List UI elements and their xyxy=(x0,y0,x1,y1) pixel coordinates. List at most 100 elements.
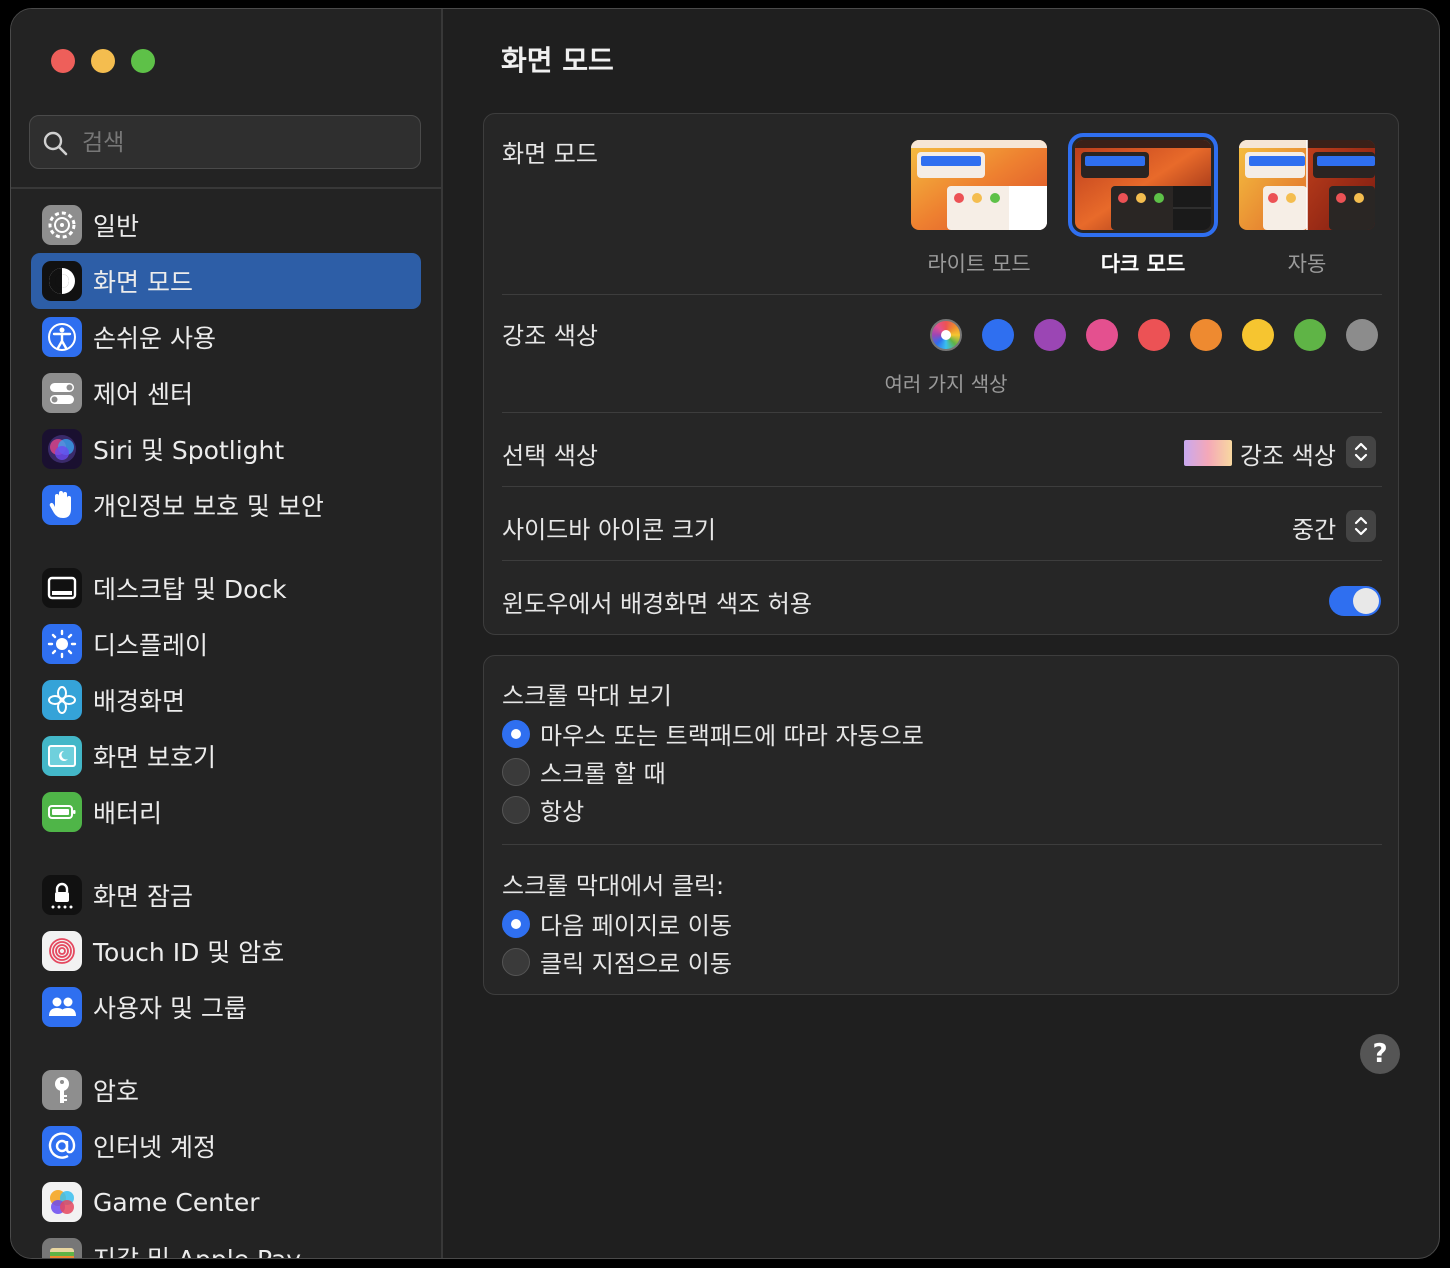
lock-icon xyxy=(42,875,82,915)
accent-blue-swatch[interactable] xyxy=(982,319,1014,351)
show-scrollbars-option-scrolling[interactable]: 스크롤 할 때 xyxy=(502,754,666,789)
sidebar-item-privacy-security[interactable]: 개인정보 보호 및 보안 xyxy=(31,477,421,533)
divider xyxy=(502,294,1382,295)
sidebar-item-label: 손쉬운 사용 xyxy=(93,324,216,353)
sidebar-item-label: 인터넷 계정 xyxy=(93,1133,216,1162)
accent-green-swatch[interactable] xyxy=(1294,319,1326,351)
sidebar-divider xyxy=(11,187,441,189)
help-button[interactable]: ? xyxy=(1360,1034,1400,1074)
divider xyxy=(502,560,1382,561)
divider xyxy=(502,412,1382,413)
sidebar-item-touch-id[interactable]: Touch ID 및 암호 xyxy=(31,923,421,979)
sidebar-item-general[interactable]: 일반 xyxy=(31,197,421,253)
appearance-option-light[interactable]: 라이트 모드 xyxy=(910,140,1048,278)
sidebar-item-appearance[interactable]: 화면 모드 xyxy=(31,253,421,309)
accent-purple-swatch[interactable] xyxy=(1034,319,1066,351)
page-title: 화면 모드 xyxy=(501,44,614,77)
sidebar-icon-size-value[interactable]: 중간 xyxy=(1292,510,1336,545)
sidebar-icon-size-popup[interactable] xyxy=(1346,510,1376,542)
at-icon xyxy=(42,1126,82,1166)
wallpaper-tinting-toggle[interactable] xyxy=(1329,586,1381,616)
sidebar-item-screensaver[interactable]: 화면 보호기 xyxy=(31,728,421,784)
radio-label: 마우스 또는 트랙패드에 따라 자동으로 xyxy=(540,722,924,750)
scrollbar-panel: 스크롤 막대 보기 마우스 또는 트랙패드에 따라 자동으로 스크롤 할 때 항… xyxy=(483,655,1399,995)
radio-button[interactable] xyxy=(502,757,530,786)
auto-mode-thumbnail xyxy=(1239,140,1375,230)
appearance-icon xyxy=(42,261,82,301)
settings-window: 일반 화면 모드 손쉬운 사용 제어 센터 xyxy=(10,8,1440,1259)
accent-pink-swatch[interactable] xyxy=(1086,319,1118,351)
chevron-updown-icon xyxy=(1354,442,1368,462)
sidebar-item-label: Touch ID 및 암호 xyxy=(93,938,285,967)
accent-caption: 여러 가지 색상 xyxy=(884,372,1008,396)
radio-button[interactable] xyxy=(502,947,530,976)
highlight-color-preview xyxy=(1184,440,1232,466)
appearance-label: 화면 모드 xyxy=(502,140,598,168)
search-input[interactable] xyxy=(80,126,404,160)
sidebar-item-label: 지갑 및 Apple Pay xyxy=(93,1240,301,1258)
sidebar-item-label: 개인정보 보호 및 보안 xyxy=(93,492,324,521)
accent-orange-swatch[interactable] xyxy=(1190,319,1222,351)
sidebar-item-label: 일반 xyxy=(93,212,140,241)
sidebar-item-label: 암호 xyxy=(93,1077,140,1106)
key-icon xyxy=(42,1070,82,1110)
gear-icon xyxy=(42,205,82,245)
sidebar-item-users-groups[interactable]: 사용자 및 그룹 xyxy=(31,979,421,1035)
users-icon xyxy=(42,987,82,1027)
search-field[interactable] xyxy=(29,115,421,169)
sidebar-item-siri-spotlight[interactable]: Siri 및 Spotlight xyxy=(31,421,421,477)
radio-label: 스크롤 할 때 xyxy=(540,760,666,788)
sidebar-item-internet-accounts[interactable]: 인터넷 계정 xyxy=(31,1118,421,1174)
display-brightness-icon xyxy=(42,624,82,664)
sidebar-icon-size-label: 사이드바 아이콘 크기 xyxy=(502,516,716,544)
show-scrollbars-label: 스크롤 막대 보기 xyxy=(502,682,672,710)
click-scrollbar-label: 스크롤 막대에서 클릭: xyxy=(502,872,725,900)
appearance-option-dark[interactable]: 다크 모드 xyxy=(1068,133,1218,278)
appearance-option-label: 라이트 모드 xyxy=(927,252,1031,276)
sidebar-item-displays[interactable]: 디스플레이 xyxy=(31,616,421,672)
show-scrollbars-option-always[interactable]: 항상 xyxy=(502,792,584,827)
fingerprint-icon xyxy=(42,931,82,971)
divider xyxy=(502,844,1382,845)
zoom-button[interactable] xyxy=(131,49,155,73)
sidebar-item-passwords[interactable]: 암호 xyxy=(31,1062,421,1118)
sidebar-item-label: 배경화면 xyxy=(93,687,186,716)
sidebar-item-control-center[interactable]: 제어 센터 xyxy=(31,365,421,421)
click-scrollbar-option-jump[interactable]: 클릭 지점으로 이동 xyxy=(502,944,732,979)
accent-color-label: 강조 색상 xyxy=(502,322,598,350)
radio-button[interactable] xyxy=(502,909,530,938)
sidebar-item-accessibility[interactable]: 손쉬운 사용 xyxy=(31,309,421,365)
divider xyxy=(502,486,1382,487)
wallpaper-flower-icon xyxy=(42,680,82,720)
light-mode-thumbnail xyxy=(911,140,1047,230)
radio-button[interactable] xyxy=(502,795,530,824)
click-scrollbar-option-next-page[interactable]: 다음 페이지로 이동 xyxy=(502,906,732,941)
radio-button[interactable] xyxy=(502,719,530,748)
dark-mode-thumbnail xyxy=(1068,133,1218,237)
accent-graphite-swatch[interactable] xyxy=(1346,319,1378,351)
accent-yellow-swatch[interactable] xyxy=(1242,319,1274,351)
highlight-color-value[interactable]: 강조 색상 xyxy=(1240,436,1336,471)
sidebar-item-battery[interactable]: 배터리 xyxy=(31,784,421,840)
control-center-icon xyxy=(42,373,82,413)
show-scrollbars-option-auto[interactable]: 마우스 또는 트랙패드에 따라 자동으로 xyxy=(502,716,924,751)
sidebar-item-desktop-dock[interactable]: 데스크탑 및 Dock xyxy=(31,560,421,616)
highlight-color-popup[interactable] xyxy=(1346,436,1376,468)
sidebar-item-game-center[interactable]: Game Center xyxy=(31,1174,421,1230)
sidebar-item-wallpaper[interactable]: 배경화면 xyxy=(31,672,421,728)
accent-multicolor-swatch[interactable] xyxy=(930,319,962,351)
sidebar-item-label: 배터리 xyxy=(93,799,163,828)
appearance-panel: 화면 모드 라이트 모드 다크 모드 자동 강조 색상 여러 가지 색상 선택 … xyxy=(483,113,1399,635)
sidebar-item-wallet[interactable]: 지갑 및 Apple Pay xyxy=(31,1230,421,1258)
battery-icon xyxy=(42,792,82,832)
radio-label: 항상 xyxy=(540,798,585,826)
sidebar-item-label: 화면 모드 xyxy=(93,268,193,297)
sidebar-item-lock-screen[interactable]: 화면 잠금 xyxy=(31,867,421,923)
close-button[interactable] xyxy=(51,49,75,73)
minimize-button[interactable] xyxy=(91,49,115,73)
radio-label: 다음 페이지로 이동 xyxy=(540,912,732,940)
accent-red-swatch[interactable] xyxy=(1138,319,1170,351)
chevron-updown-icon xyxy=(1354,516,1368,536)
appearance-option-auto[interactable]: 자동 xyxy=(1238,140,1376,278)
sidebar-item-label: Game Center xyxy=(93,1187,260,1217)
